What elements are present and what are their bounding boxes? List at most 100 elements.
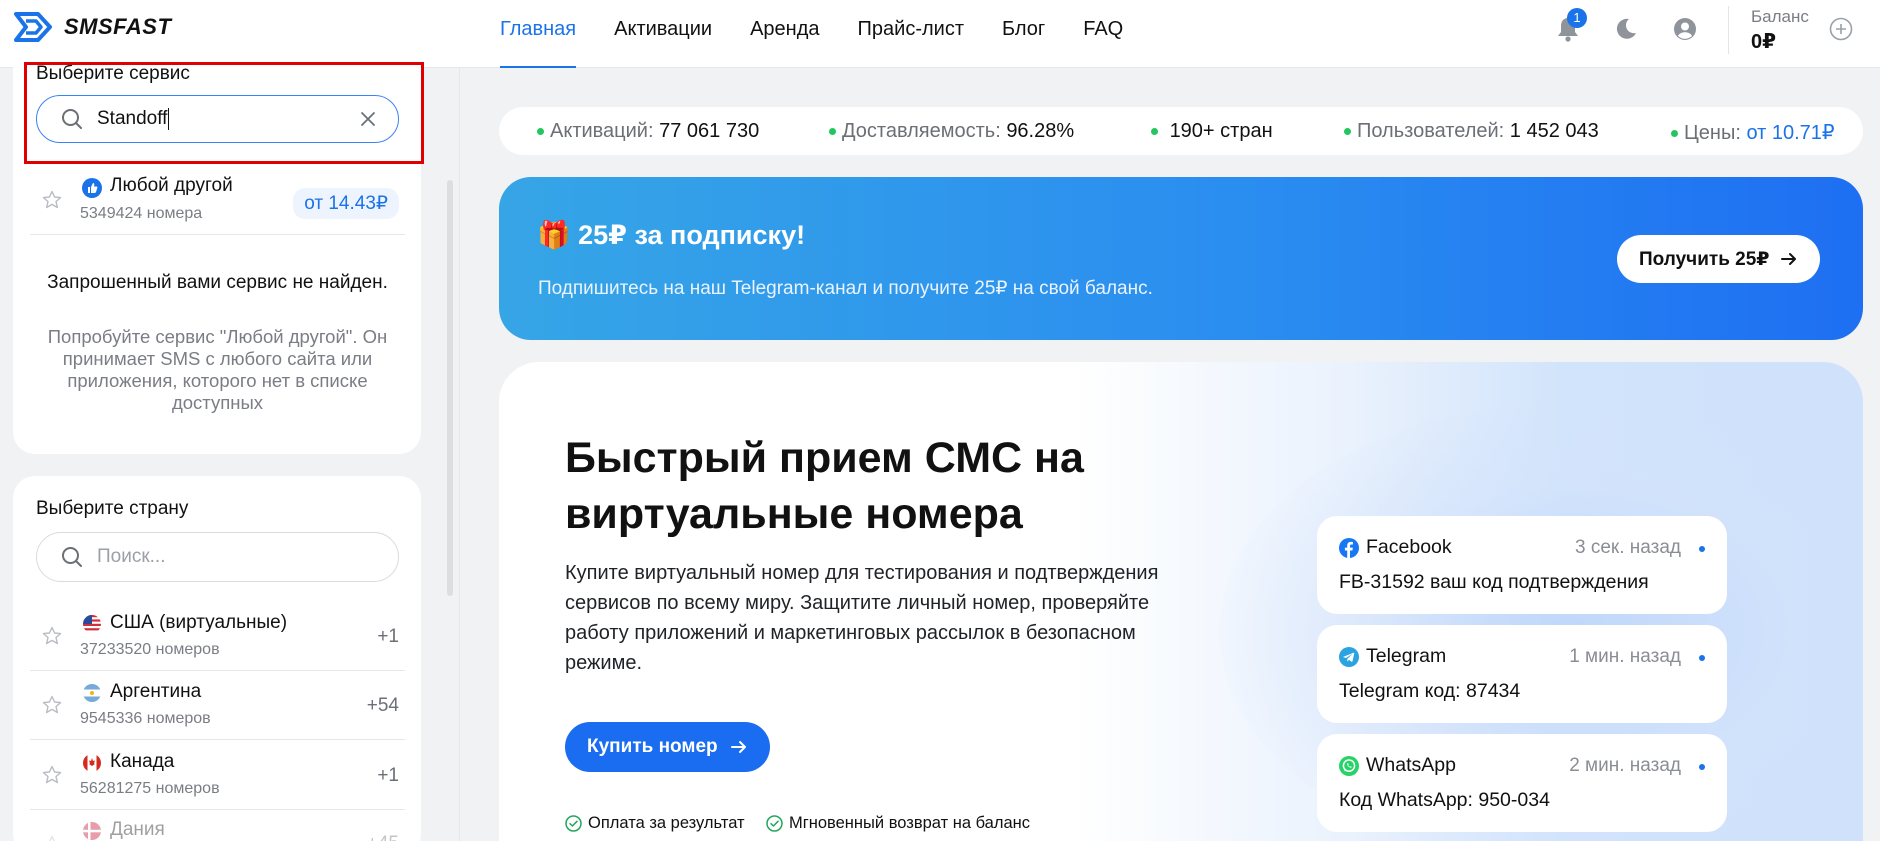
country-count: 56281275 номеров xyxy=(80,780,220,797)
top-up-button[interactable] xyxy=(1826,14,1856,44)
stat-value: 96.28% xyxy=(1006,120,1075,142)
message-time: 2 мин. назад xyxy=(1569,755,1681,776)
unread-dot xyxy=(1699,655,1705,661)
telegram-icon xyxy=(1339,646,1359,667)
check-circle-icon xyxy=(766,815,783,832)
get-bonus-button[interactable]: Получить 25₽ xyxy=(1617,235,1820,283)
country-search-placeholder: Поиск... xyxy=(97,546,166,567)
country-code: +1 xyxy=(377,765,399,786)
stat-countries: 190+ стран xyxy=(1151,120,1273,143)
status-dot xyxy=(829,128,836,136)
stat-label: Доставляемость: xyxy=(842,120,1001,142)
favorite-star-icon[interactable] xyxy=(42,626,62,646)
balance-value: 0₽ xyxy=(1751,31,1777,53)
country-name: Аргентина xyxy=(110,681,202,702)
gift-icon: 🎁 xyxy=(537,220,571,250)
logo[interactable]: SMSFAST xyxy=(12,10,171,44)
message-card-facebook: Facebook 3 сек. назад FB-31592 ваш код п… xyxy=(1317,516,1727,614)
unread-dot xyxy=(1699,764,1705,770)
country-item[interactable]: Аргентина 9545336 номеров +54 xyxy=(30,675,405,740)
promo-title-text: 25₽ за подписку! xyxy=(578,220,806,250)
thumbs-up-icon xyxy=(82,178,102,198)
message-text: Код WhatsApp: 950-034 xyxy=(1339,789,1550,811)
theme-toggle[interactable] xyxy=(1611,14,1641,44)
country-item[interactable]: США (виртуальные) 37233520 номеров +1 xyxy=(30,606,405,671)
favorite-star-icon[interactable] xyxy=(42,835,62,841)
sidebar-divider xyxy=(459,68,460,841)
nav-rent[interactable]: Аренда xyxy=(750,0,819,68)
stat-value: 190+ стран xyxy=(1169,120,1273,142)
country-name: США (виртуальные) xyxy=(110,612,288,633)
moon-icon xyxy=(1616,18,1636,39)
stat-label: Цены: xyxy=(1684,122,1741,144)
status-dot xyxy=(1671,130,1678,138)
message-app: Facebook xyxy=(1339,536,1452,559)
message-time: 1 мин. назад xyxy=(1569,646,1681,667)
service-item-price[interactable]: от 14.43₽ xyxy=(293,188,399,219)
balance-label: Баланс xyxy=(1751,7,1809,26)
facebook-icon xyxy=(1339,537,1359,558)
nav-price-list[interactable]: Прайс-лист xyxy=(858,0,964,68)
message-app-name: Telegram xyxy=(1366,645,1447,667)
hero-section: Быстрый прием СМС на виртуальные номера … xyxy=(499,362,1863,841)
stat-delivery: Доставляемость: 96.28% xyxy=(829,120,1074,143)
stat-activations: Активаций: 77 061 730 xyxy=(537,120,759,143)
check-circle-icon xyxy=(565,815,582,832)
sidebar-scrollbar[interactable] xyxy=(447,180,453,596)
stat-prices: Цены: от 10.71₽ xyxy=(1671,120,1835,145)
notification-badge: 1 xyxy=(1567,8,1587,28)
buy-number-label: Купить номер xyxy=(587,736,718,757)
notifications-button[interactable]: 1 xyxy=(1553,8,1587,44)
stat-value: 1 452 043 xyxy=(1509,120,1599,142)
get-bonus-label: Получить 25₽ xyxy=(1639,248,1770,270)
country-code: +45 xyxy=(367,833,399,841)
stat-label: Активаций: xyxy=(550,120,654,142)
promo-title: 🎁 25₽ за подписку! xyxy=(537,219,805,251)
canada-flag-icon xyxy=(83,754,101,772)
stat-label: Пользователей: xyxy=(1357,120,1505,142)
logo-icon xyxy=(14,12,52,42)
message-card-whatsapp: WhatsApp 2 мин. назад Код WhatsApp: 950-… xyxy=(1317,734,1727,832)
arrow-right-icon xyxy=(730,741,746,753)
whatsapp-icon xyxy=(1339,755,1359,776)
argentina-flag-icon xyxy=(83,684,101,702)
nav-home[interactable]: Главная xyxy=(500,0,577,68)
logo-text: SMSFAST xyxy=(64,14,172,39)
status-dot xyxy=(1151,128,1158,136)
message-time: 3 сек. назад xyxy=(1575,537,1681,558)
favorite-star-icon[interactable] xyxy=(42,190,62,210)
service-item-count: 5349424 номера xyxy=(80,205,203,222)
status-dot xyxy=(537,128,544,136)
message-text: FB-31592 ваш код подтверждения xyxy=(1339,571,1649,593)
favorite-star-icon[interactable] xyxy=(42,695,62,715)
nav-blog[interactable]: Блог xyxy=(1002,0,1045,68)
country-name: Дания xyxy=(110,819,165,840)
buy-number-button[interactable]: Купить номер xyxy=(565,722,770,772)
stats-bar: Активаций: 77 061 730 Доставляемость: 96… xyxy=(499,107,1863,155)
service-item-any-other[interactable]: Любой другой 5349424 номера от 14.43₽ xyxy=(30,170,405,235)
promo-subtitle: Подпишитесь на наш Telegram-канал и полу… xyxy=(538,278,1153,299)
message-card-telegram: Telegram 1 мин. назад Telegram код: 8743… xyxy=(1317,625,1727,723)
account-button[interactable] xyxy=(1670,14,1700,44)
nav-faq[interactable]: FAQ xyxy=(1083,0,1123,68)
not-found-title: Запрошенный вами сервис не найден. xyxy=(47,272,388,293)
user-avatar-icon xyxy=(1674,18,1696,40)
country-code: +54 xyxy=(366,695,399,716)
stat-value[interactable]: от 10.71₽ xyxy=(1746,122,1834,144)
country-item[interactable]: Канада 56281275 номеров +1 xyxy=(30,745,405,810)
header-divider xyxy=(1728,6,1729,54)
us-flag-icon xyxy=(83,615,101,633)
stat-value: 77 061 730 xyxy=(659,120,760,142)
stat-users: Пользователей: 1 452 043 xyxy=(1344,120,1599,143)
country-name: Канада xyxy=(110,751,175,772)
hero-title: Быстрый прием СМС на виртуальные номера xyxy=(565,434,1084,538)
country-item[interactable]: Дания +45 xyxy=(30,815,405,841)
nav-activations[interactable]: Активации xyxy=(614,0,712,68)
country-search-input[interactable]: Поиск... xyxy=(36,532,399,582)
search-icon xyxy=(62,547,82,567)
country-code: +1 xyxy=(377,626,399,647)
favorite-star-icon[interactable] xyxy=(42,765,62,785)
message-app-name: Facebook xyxy=(1366,536,1452,558)
main-nav: Главная Активации Аренда Прайс-лист Блог… xyxy=(500,0,1123,68)
country-count: 37233520 номеров xyxy=(80,641,220,658)
